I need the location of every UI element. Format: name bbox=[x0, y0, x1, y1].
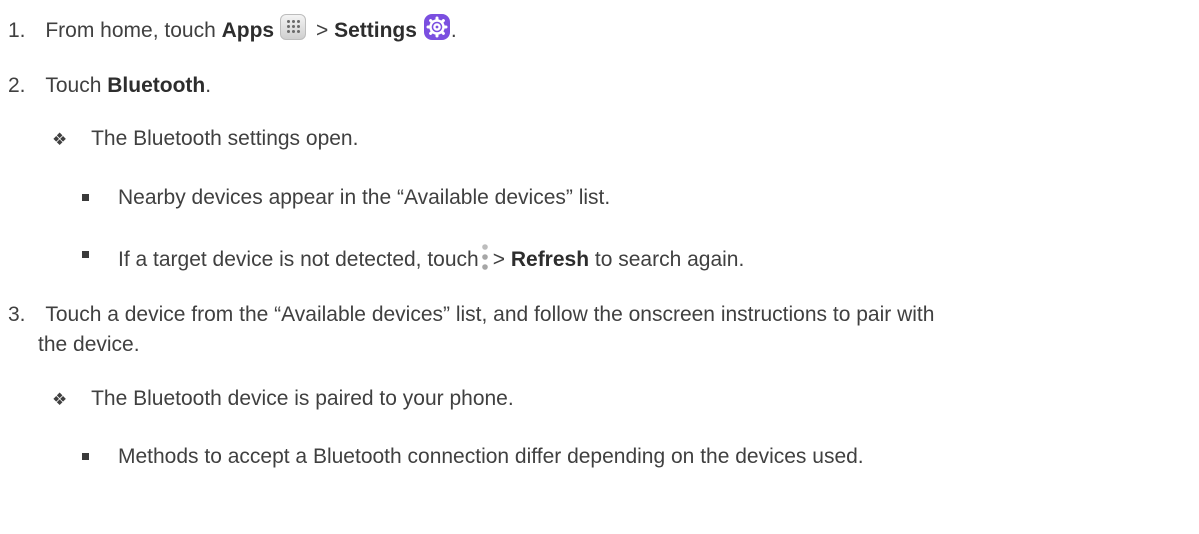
step-2: 2. Touch Bluetooth. bbox=[8, 73, 211, 99]
step-end: . bbox=[450, 19, 457, 42]
sub-bullet-3: Methods to accept a Bluetooth connection… bbox=[82, 444, 864, 470]
separator: > bbox=[492, 248, 505, 271]
result-2: ❖ The Bluetooth device is paired to your… bbox=[52, 386, 514, 413]
square-bullet-icon bbox=[82, 194, 89, 201]
step-number: 1. bbox=[8, 19, 26, 42]
settings-gear-icon bbox=[423, 14, 450, 40]
result-text: The Bluetooth device is paired to your p… bbox=[91, 387, 514, 410]
refresh-label: Refresh bbox=[510, 248, 590, 271]
more-options-icon bbox=[481, 244, 488, 270]
step-end: . bbox=[205, 74, 212, 97]
diamond-bullet-icon: ❖ bbox=[52, 130, 68, 149]
step-3: 3. Touch a device from the “Available de… bbox=[8, 302, 934, 328]
sub-text: If a target device is not detected, touc… bbox=[118, 248, 479, 271]
separator: > bbox=[315, 19, 329, 42]
square-bullet-icon bbox=[82, 251, 89, 258]
sub-text: Nearby devices appear in the “Available … bbox=[118, 186, 611, 209]
step-1: 1. From home, touch Apps > Settings. bbox=[8, 13, 457, 44]
bluetooth-label: Bluetooth bbox=[107, 74, 206, 97]
sub-text: Methods to accept a Bluetooth connection… bbox=[118, 445, 864, 468]
sub-bullet-1: Nearby devices appear in the “Available … bbox=[82, 185, 610, 211]
step-text: From home, touch bbox=[45, 19, 216, 42]
apps-grid-icon bbox=[280, 14, 307, 40]
step-text: Touch a device from the “Available devic… bbox=[45, 303, 935, 326]
diamond-bullet-icon: ❖ bbox=[52, 390, 68, 409]
result-1: ❖ The Bluetooth settings open. bbox=[52, 126, 358, 153]
step-text: Touch bbox=[45, 74, 102, 97]
step-3-continued: the device. bbox=[38, 332, 140, 358]
step-number: 2. bbox=[8, 74, 26, 97]
settings-label: Settings bbox=[334, 19, 417, 42]
sub-text-suffix: to search again. bbox=[589, 248, 745, 271]
square-bullet-icon bbox=[82, 453, 89, 460]
step-text-continued: the device. bbox=[38, 333, 140, 356]
sub-bullet-2: If a target device is not detected, touc… bbox=[82, 242, 744, 273]
result-text: The Bluetooth settings open. bbox=[91, 127, 359, 150]
step-number: 3. bbox=[8, 303, 26, 326]
apps-label: Apps bbox=[221, 19, 275, 42]
